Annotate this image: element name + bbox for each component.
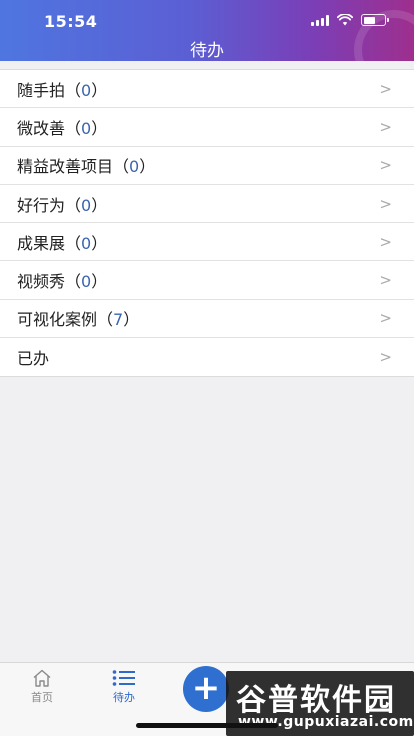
list-item-done[interactable]: 已办 > [0, 338, 414, 376]
home-indicator[interactable] [136, 723, 278, 728]
list-item-suishoupai[interactable]: 随手拍（0） > [0, 70, 414, 109]
wifi-icon [337, 14, 353, 26]
status-icons [311, 14, 389, 26]
tab-todo[interactable]: 待办 [94, 667, 154, 705]
status-time: 15:54 [44, 12, 98, 31]
item-count: 0 [81, 195, 92, 215]
chevron-right-icon: > [379, 232, 392, 251]
cellular-signal-icon [311, 14, 329, 26]
list-item-jingyi-project[interactable]: 精益改善项目（0） > [0, 147, 414, 185]
item-label: 微改善 [17, 118, 66, 138]
chevron-right-icon: > [379, 194, 392, 213]
item-label: 随手拍 [17, 80, 66, 100]
page-title: 待办 [190, 41, 224, 61]
item-label: 视频秀 [17, 272, 66, 292]
item-label: 可视化案例 [17, 310, 98, 330]
chevron-right-icon: > [379, 271, 392, 290]
list-item-keshihua-cases[interactable]: 可视化案例（7） > [0, 300, 414, 339]
app-header: 15:54 待办 [0, 0, 414, 61]
item-label: 成果展 [17, 233, 66, 253]
tab-label: 待办 [113, 691, 135, 704]
add-button[interactable]: + [183, 666, 229, 712]
chevron-right-icon: > [379, 156, 392, 175]
chevron-right-icon: > [379, 348, 392, 367]
plus-icon: + [191, 668, 221, 708]
item-label: 好行为 [17, 195, 66, 215]
list-item-chengguozhan[interactable]: 成果展（0） > [0, 223, 414, 262]
list-item-shipinxiu[interactable]: 视频秀（0） > [0, 261, 414, 300]
item-label: 精益改善项目 [17, 157, 114, 177]
battery-icon [361, 14, 389, 26]
watermark-brand: 谷普软件园 [236, 683, 396, 718]
item-label: 已办 [17, 349, 50, 369]
item-count: 0 [129, 157, 140, 177]
item-count: 7 [113, 310, 124, 330]
chevron-right-icon: > [379, 117, 392, 136]
todo-list: 随手拍（0） > 微改善（0） > 精益改善项目（0） > 好行为（0） > 成… [0, 69, 414, 378]
home-icon [12, 667, 72, 689]
tab-label: 首页 [31, 691, 53, 704]
list-item-weigaishan[interactable]: 微改善（0） > [0, 108, 414, 147]
item-count: 0 [81, 233, 92, 253]
list-item-haoxingwei[interactable]: 好行为（0） > [0, 185, 414, 224]
tab-home[interactable]: 首页 [12, 667, 72, 705]
list-icon [94, 667, 154, 689]
chevron-right-icon: > [379, 309, 392, 328]
item-count: 0 [81, 272, 92, 292]
chevron-right-icon: > [379, 79, 392, 98]
item-count: 0 [81, 80, 92, 100]
item-count: 0 [81, 118, 92, 138]
